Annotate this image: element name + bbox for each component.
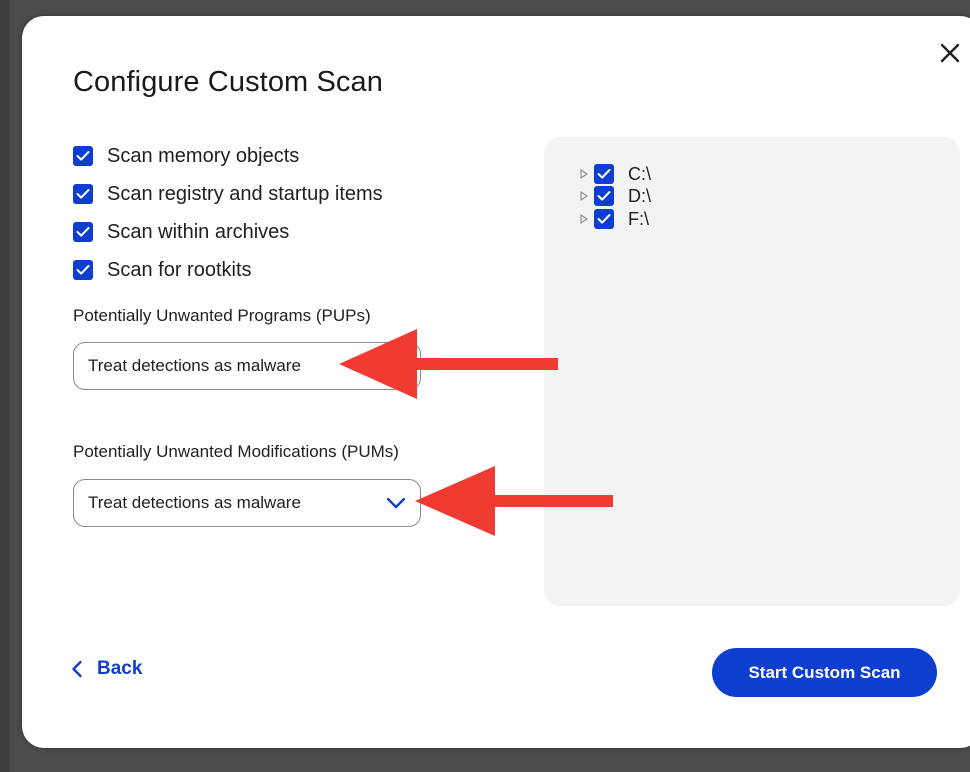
option-label: Scan within archives — [107, 220, 290, 243]
pups-label: Potentially Unwanted Programs (PUPs) — [73, 306, 371, 325]
close-button[interactable] — [937, 40, 963, 66]
checkbox-checked[interactable] — [73, 222, 93, 242]
drive-tree-panel: C:\ D:\ F:\ — [544, 137, 960, 606]
option-label: Scan registry and startup items — [107, 182, 383, 205]
drive-label: D:\ — [628, 185, 652, 206]
option-scan-archives[interactable]: Scan within archives — [73, 213, 383, 251]
checkmark-icon — [76, 151, 90, 161]
checkbox-checked[interactable] — [73, 184, 93, 204]
checkmark-icon — [597, 191, 611, 201]
chevron-left-icon — [72, 660, 82, 678]
pups-dropdown[interactable]: Treat detections as malware — [73, 342, 421, 390]
background-strip — [0, 0, 10, 772]
drive-item-f: F:\ — [580, 208, 649, 230]
drive-label: C:\ — [628, 163, 652, 184]
drive-checkbox[interactable] — [594, 186, 614, 206]
option-scan-registry[interactable]: Scan registry and startup items — [73, 175, 383, 213]
pums-dropdown[interactable]: Treat detections as malware — [73, 479, 421, 527]
drive-checkbox[interactable] — [594, 209, 614, 229]
scan-options-list: Scan memory objects Scan registry and st… — [73, 137, 383, 289]
chevron-down-icon — [386, 497, 406, 509]
checkmark-icon — [76, 227, 90, 237]
close-icon — [940, 43, 960, 63]
pums-label: Potentially Unwanted Modifications (PUMs… — [73, 442, 399, 461]
pups-dropdown-value: Treat detections as malware — [88, 356, 301, 375]
triangle-right-icon[interactable] — [580, 169, 588, 179]
checkmark-icon — [76, 189, 90, 199]
triangle-right-icon[interactable] — [580, 191, 588, 201]
drive-label: F:\ — [628, 208, 649, 229]
chevron-down-icon — [386, 360, 406, 372]
drive-item-c: C:\ — [580, 163, 651, 185]
checkmark-icon — [597, 169, 611, 179]
back-button[interactable]: Back — [71, 658, 142, 680]
triangle-right-icon[interactable] — [580, 214, 588, 224]
option-label: Scan memory objects — [107, 144, 300, 167]
checkmark-icon — [597, 214, 611, 224]
checkbox-checked[interactable] — [73, 146, 93, 166]
checkmark-icon — [76, 265, 90, 275]
dialog-title: Configure Custom Scan — [73, 66, 383, 98]
checkbox-checked[interactable] — [73, 260, 93, 280]
drive-checkbox[interactable] — [594, 164, 614, 184]
option-scan-rootkits[interactable]: Scan for rootkits — [73, 251, 383, 289]
option-scan-memory[interactable]: Scan memory objects — [73, 137, 383, 175]
pums-dropdown-value: Treat detections as malware — [88, 493, 301, 512]
drive-item-d: D:\ — [580, 185, 651, 207]
option-label: Scan for rootkits — [107, 258, 252, 281]
configure-scan-dialog: Configure Custom Scan Scan memory object… — [22, 16, 970, 748]
start-custom-scan-button[interactable]: Start Custom Scan — [712, 648, 937, 697]
back-label: Back — [97, 658, 143, 679]
